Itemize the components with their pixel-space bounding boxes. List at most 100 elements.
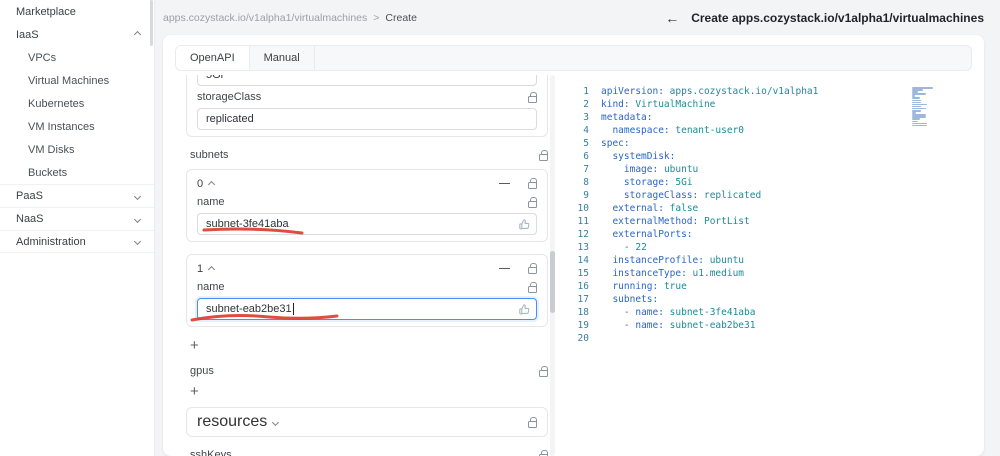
line-number: 14: [577, 255, 589, 266]
topbar: apps.cozystack.io/v1alpha1/virtualmachin…: [155, 0, 1000, 35]
sidebar-item-naas[interactable]: NaaS: [0, 207, 154, 230]
subnet-name-input[interactable]: subnet-3fe41aba: [197, 213, 537, 235]
remove-subnet-button[interactable]: [499, 268, 510, 269]
sidebar-item-vm-instances[interactable]: VM Instances: [0, 115, 154, 138]
sidebar-item-marketplace[interactable]: Marketplace: [0, 0, 154, 23]
chevron-down-icon: [133, 192, 142, 200]
add-subnet-button[interactable]: +: [190, 338, 204, 353]
line-content: - name: subnet-3fe41aba: [623, 307, 756, 318]
line-number: 5: [583, 138, 589, 149]
subnet-name-input[interactable]: subnet-eab2be31: [197, 298, 537, 320]
page-header: ← Create apps.cozystack.io/v1alpha1/virt…: [665, 11, 984, 25]
editor-line: 16 running: true: [571, 280, 972, 293]
breadcrumb-separator: >: [373, 11, 380, 24]
sidebar-scrollbar[interactable]: [150, 0, 153, 46]
line-content: - 22: [623, 242, 647, 253]
editor-line: 20: [571, 332, 972, 345]
line-number: 16: [577, 281, 589, 292]
storageclass-input[interactable]: replicated: [197, 108, 537, 130]
line-number: 3: [583, 112, 589, 123]
input-value: 5Gi: [206, 75, 224, 81]
resources-card[interactable]: resources: [186, 407, 548, 437]
lock-icon: [539, 365, 548, 377]
sshkeys-section: sshKeys: [190, 447, 548, 456]
editor-line: 15 instanceType: u1.medium: [571, 267, 972, 280]
line-number: 17: [577, 294, 589, 305]
chevron-down-icon: [272, 418, 280, 426]
lock-icon: [528, 416, 537, 428]
sidebar-menu: Marketplace IaaS VPCs Virtual Machines Kuber…: [0, 0, 154, 253]
content-split: 5Gi storageClass replicated subnets 0 na…: [163, 71, 984, 456]
line-content: metadata:: [601, 112, 653, 123]
subnet-item-header[interactable]: 1: [197, 261, 537, 276]
thumb-up-icon[interactable]: [518, 218, 531, 231]
sidebar-item-label: NaaS: [16, 213, 44, 225]
subnet-item-card: 0 name subnet-3fe41aba: [186, 169, 548, 242]
minimap-line: [912, 122, 927, 125]
thumb-up-icon[interactable]: [518, 303, 531, 316]
storageclass-field: storageClass: [197, 89, 537, 105]
tab-openapi[interactable]: OpenAPI: [176, 46, 250, 70]
input-value: subnet-eab2be31: [206, 303, 292, 315]
storageclass-label: storageClass: [197, 91, 262, 103]
breadcrumb-path[interactable]: apps.cozystack.io/v1alpha1/virtualmachin…: [163, 12, 367, 24]
breadcrumb: apps.cozystack.io/v1alpha1/virtualmachin…: [163, 12, 417, 24]
tab-manual[interactable]: Manual: [250, 46, 315, 70]
remove-subnet-button[interactable]: [499, 183, 510, 184]
sidebar-item-buckets[interactable]: Buckets: [0, 161, 154, 184]
line-number: 20: [577, 333, 589, 344]
subnets-label: subnets: [190, 149, 229, 161]
gpus-section: gpus: [190, 363, 548, 379]
sidebar-item-label: IaaS: [16, 28, 39, 41]
chevron-down-icon: [133, 215, 142, 223]
line-content: systemDisk:: [612, 151, 676, 162]
sidebar-item-iaas[interactable]: IaaS: [0, 23, 154, 46]
sidebar-item-virtual-machines[interactable]: Virtual Machines: [0, 69, 154, 92]
input-value: subnet-3fe41aba: [206, 218, 289, 230]
line-content: externalMethod: PortList: [612, 216, 750, 227]
main-area: apps.cozystack.io/v1alpha1/virtualmachin…: [155, 0, 1000, 456]
line-number: 19: [577, 320, 589, 331]
line-content: externalPorts:: [612, 229, 693, 240]
sidebar-item-vpcs[interactable]: VPCs: [0, 46, 154, 69]
line-content: running: true: [612, 281, 687, 292]
sidebar-item-vm-disks[interactable]: VM Disks: [0, 138, 154, 161]
line-number: 4: [583, 125, 589, 136]
editor-minimap[interactable]: [912, 87, 936, 129]
editor-line: 13 - 22: [571, 241, 972, 254]
back-arrow-icon[interactable]: ←: [665, 11, 679, 25]
subnet-name-field: name: [197, 279, 537, 295]
line-number: 2: [583, 99, 589, 110]
line-number: 10: [577, 203, 589, 214]
sidebar-item-label: Marketplace: [16, 5, 76, 18]
subnet-item-header[interactable]: 0: [197, 176, 537, 191]
chevron-up-icon: [208, 180, 216, 189]
sidebar-item-administration[interactable]: Administration: [0, 230, 154, 253]
yaml-editor[interactable]: 1 apiVersion: apps.cozystack.io/v1alpha1 2…: [555, 75, 972, 456]
line-content: subnets:: [612, 294, 659, 305]
line-content: storageClass: replicated: [623, 190, 762, 201]
editor-line: 10 external: false: [571, 202, 972, 215]
minimap-line: [912, 124, 927, 127]
editor-line: 14 instanceProfile: ubuntu: [571, 254, 972, 267]
storage-size-input[interactable]: 5Gi: [197, 75, 537, 86]
sidebar-item-label: Buckets: [28, 166, 68, 179]
add-gpu-button[interactable]: +: [190, 384, 204, 399]
sidebar-item-paas[interactable]: PaaS: [0, 184, 154, 207]
subnet-item-index: 1: [197, 262, 204, 275]
subnets-section: subnets: [190, 147, 548, 163]
subnet-item-index: 0: [197, 177, 204, 190]
line-content: - name: subnet-eab2be31: [623, 320, 756, 331]
line-number: 15: [577, 268, 589, 279]
minimap-line: [912, 97, 920, 99]
lock-icon: [528, 91, 537, 103]
sshkeys-label: sshKeys: [190, 449, 232, 456]
editor-line: 11 externalMethod: PortList: [571, 215, 972, 228]
line-number: 1: [583, 86, 589, 97]
minimap-line: [912, 99, 921, 102]
sidebar-item-kubernetes[interactable]: Kubernetes: [0, 92, 154, 115]
lock-icon: [528, 263, 537, 274]
sidebar: Marketplace IaaS VPCs Virtual Machines Kuber…: [0, 0, 155, 456]
line-content: kind: VirtualMachine: [601, 99, 716, 110]
editor-line: 19 - name: subnet-eab2be31: [571, 319, 972, 332]
